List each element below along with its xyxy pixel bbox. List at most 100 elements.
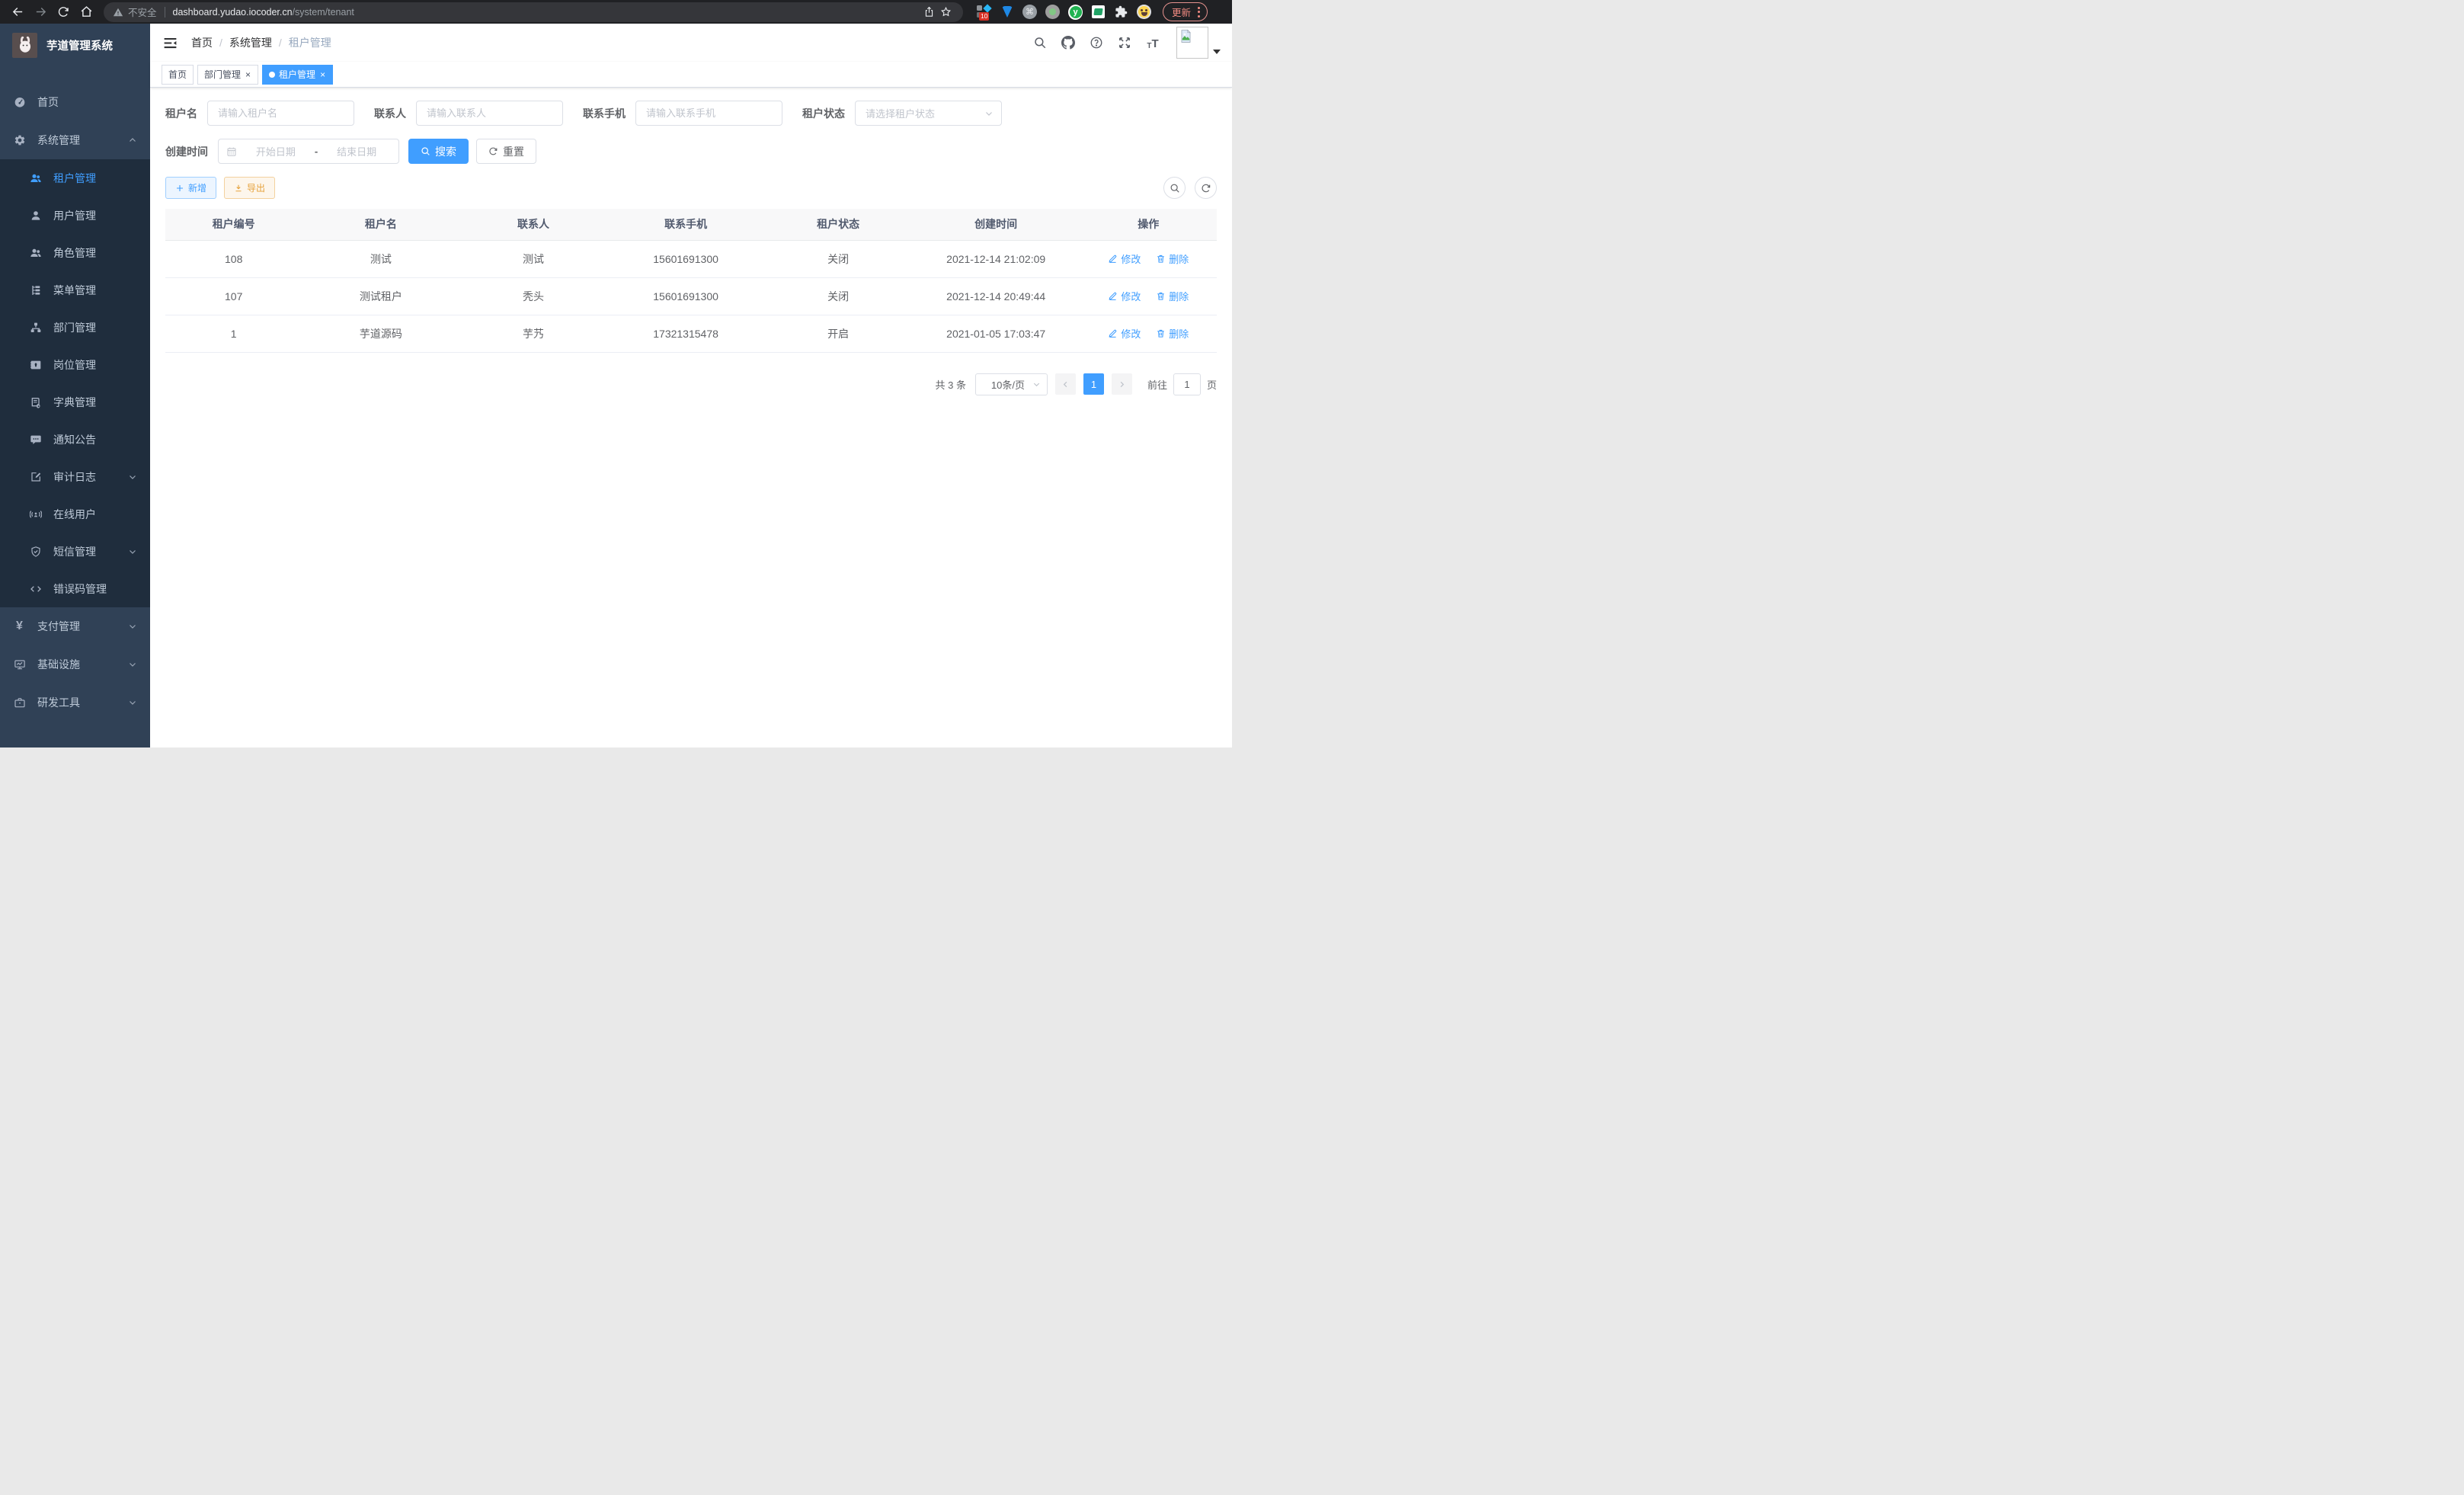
next-page-button[interactable]	[1112, 373, 1132, 395]
address-bar[interactable]: 不安全 dashboard.yudao.iocoder.cn/system/te…	[104, 2, 963, 22]
security-indicator[interactable]: 不安全	[113, 5, 157, 19]
tenant-name-input[interactable]	[207, 101, 354, 126]
breadcrumb-item-system[interactable]: 系统管理	[229, 35, 272, 50]
sidebar-item-tenant[interactable]: 租户管理	[0, 159, 150, 197]
toggle-search-button[interactable]	[1163, 177, 1186, 199]
font-size-button[interactable]: TT	[1145, 35, 1160, 50]
export-button[interactable]: 导出	[224, 177, 275, 199]
cell-contact-mobile: 17321315478	[607, 315, 765, 352]
extension-command[interactable]: ⌘	[1022, 5, 1037, 19]
share-button[interactable]	[920, 4, 937, 21]
tag-home[interactable]: 首页	[162, 65, 194, 85]
github-icon	[1061, 36, 1075, 50]
navbar-actions: TT	[1032, 27, 1221, 59]
bookmark-button[interactable]	[937, 4, 954, 21]
trash-icon	[1156, 328, 1166, 338]
extension-grid[interactable]: 10	[977, 5, 991, 19]
sidebar-item-error-code[interactable]: 错误码管理	[0, 570, 150, 607]
cell-create-time: 2021-12-14 21:02:09	[912, 240, 1080, 277]
edit-link[interactable]: 修改	[1108, 326, 1141, 341]
cell-contact-name: 秃头	[459, 277, 606, 315]
extension-chat[interactable]	[1091, 5, 1106, 19]
jump-prefix: 前往	[1147, 377, 1167, 392]
sidebar-item-notice[interactable]: 通知公告	[0, 421, 150, 458]
edit-link[interactable]: 修改	[1108, 289, 1141, 303]
sidebar-item-user[interactable]: 用户管理	[0, 197, 150, 234]
chevron-down-icon	[128, 698, 137, 707]
search-button[interactable]: 搜索	[408, 139, 469, 164]
post-badge-icon	[29, 358, 42, 371]
edit-link[interactable]: 修改	[1108, 251, 1141, 266]
sidebar-item-sms[interactable]: 短信管理	[0, 533, 150, 570]
extensions-menu[interactable]	[1114, 5, 1128, 19]
search-icon	[421, 146, 430, 156]
close-icon[interactable]: ×	[319, 70, 326, 79]
sidebar-item-dev-tools[interactable]: 研发工具	[0, 683, 150, 722]
y-logo-icon: y	[1068, 5, 1083, 20]
extension-balloon[interactable]	[1000, 5, 1014, 19]
help-button[interactable]	[1089, 35, 1104, 50]
chrome-update-button[interactable]: 更新	[1163, 2, 1208, 21]
sidebar-item-dict[interactable]: 字典管理	[0, 383, 150, 421]
create-time-range-picker[interactable]: 开始日期 - 结束日期	[218, 139, 399, 164]
logo-row[interactable]: 芋道管理系统	[0, 24, 150, 66]
sidebar-collapse-button[interactable]	[162, 34, 178, 51]
delete-link[interactable]: 删除	[1156, 289, 1189, 303]
sidebar-item-audit-log[interactable]: 审计日志	[0, 458, 150, 495]
sidebar-item-payment[interactable]: ¥ 支付管理	[0, 607, 150, 645]
delete-link[interactable]: 删除	[1156, 251, 1189, 266]
chevron-up-icon	[128, 136, 137, 145]
github-link-button[interactable]	[1061, 35, 1076, 50]
close-icon[interactable]: ×	[245, 70, 251, 79]
sidebar-item-home[interactable]: 首页	[0, 83, 150, 121]
tag-tenant-active[interactable]: 租户管理 ×	[262, 65, 333, 85]
error-code-icon	[29, 582, 42, 595]
cell-tenant-name: 测试	[302, 240, 459, 277]
jump-page-input[interactable]	[1173, 373, 1201, 395]
contact-mobile-input[interactable]	[635, 101, 782, 126]
reset-button[interactable]: 重置	[476, 139, 536, 164]
refresh-table-button[interactable]	[1195, 177, 1217, 199]
col-tenant-name: 租户名	[302, 209, 459, 240]
browser-refresh-button[interactable]	[53, 2, 73, 22]
sidebar-item-role[interactable]: 角色管理	[0, 234, 150, 271]
contact-name-input[interactable]	[416, 101, 563, 126]
page-size-select[interactable]: 10条/页	[975, 373, 1048, 395]
avatar[interactable]	[1176, 27, 1208, 59]
sidebar-item-label: 错误码管理	[53, 581, 107, 597]
browser-home-button[interactable]	[76, 2, 96, 22]
add-button[interactable]: 新增	[165, 177, 216, 199]
user-menu[interactable]	[1176, 27, 1221, 59]
date-separator: -	[315, 146, 318, 157]
sidebar-item-system[interactable]: 系统管理	[0, 121, 150, 159]
search-icon	[1170, 183, 1180, 194]
cell-tenant-id: 1	[165, 315, 302, 352]
start-date-placeholder: 开始日期	[242, 144, 310, 158]
cell-actions: 修改 删除	[1080, 240, 1217, 277]
extension-recorder[interactable]	[1045, 5, 1060, 19]
browser-forward-button[interactable]	[30, 2, 50, 22]
profile-avatar[interactable]	[1137, 5, 1151, 19]
filter-label: 联系手机	[583, 106, 626, 121]
tenant-status-select[interactable]: 请选择租户状态	[855, 101, 1002, 126]
delete-link[interactable]: 删除	[1156, 326, 1189, 341]
header-search-button[interactable]	[1032, 35, 1048, 50]
page-size-value: 10条/页	[984, 377, 1032, 392]
browser-back-button[interactable]	[8, 2, 27, 22]
sidebar-item-menu[interactable]: 菜单管理	[0, 271, 150, 309]
extension-yudao[interactable]: y	[1068, 5, 1083, 19]
page-number-1[interactable]: 1	[1083, 373, 1104, 395]
sms-shield-icon	[29, 545, 42, 558]
sidebar-item-online-user[interactable]: 在线用户	[0, 495, 150, 533]
fullscreen-button[interactable]	[1117, 35, 1132, 50]
sidebar-item-post[interactable]: 岗位管理	[0, 346, 150, 383]
sidebar-menu: 首页 系统管理	[0, 83, 150, 722]
breadcrumb-item-home[interactable]: 首页	[191, 35, 213, 50]
tag-dept[interactable]: 部门管理 ×	[197, 65, 258, 85]
edit-link-label: 修改	[1121, 251, 1141, 266]
sidebar-item-infrastructure[interactable]: 基础设施	[0, 645, 150, 683]
prev-page-button[interactable]	[1055, 373, 1076, 395]
sidebar-item-dept[interactable]: 部门管理	[0, 309, 150, 346]
cell-tenant-id: 107	[165, 277, 302, 315]
sidebar-item-label: 通知公告	[53, 432, 96, 447]
